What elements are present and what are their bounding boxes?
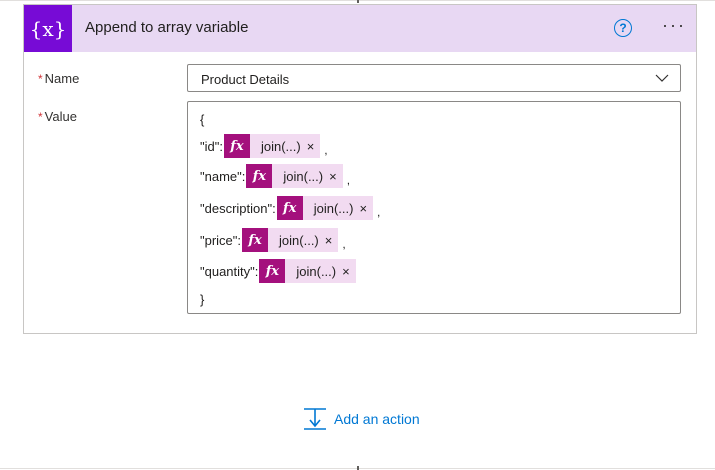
flow-connector-bottom: [357, 466, 359, 470]
json-line-name: "name": fx join(...) × ,: [200, 164, 350, 188]
name-dropdown-value: Product Details: [201, 72, 290, 87]
json-key: "price":: [200, 232, 242, 248]
expression-token[interactable]: fx join(...) ×: [259, 259, 356, 283]
token-label[interactable]: join(...): [268, 233, 325, 248]
function-icon: fx: [246, 164, 273, 188]
variable-icon: {x}: [24, 5, 72, 52]
name-field-label: * Name: [38, 71, 79, 86]
value-field-label: * Value: [38, 109, 77, 124]
flow-connector-top: [357, 0, 359, 3]
json-comma: ,: [377, 205, 381, 219]
token-label[interactable]: join(...): [303, 201, 360, 216]
json-comma: ,: [342, 237, 346, 251]
json-key: "name":: [200, 168, 246, 184]
token-label[interactable]: join(...): [285, 264, 342, 279]
expression-token[interactable]: fx join(...) ×: [242, 228, 339, 252]
function-icon: fx: [242, 228, 269, 252]
json-comma: ,: [324, 143, 328, 157]
required-marker: *: [38, 110, 43, 124]
remove-token-icon[interactable]: ×: [325, 233, 339, 248]
chevron-down-icon: [655, 74, 669, 82]
expression-token[interactable]: fx join(...) ×: [223, 134, 321, 158]
remove-token-icon[interactable]: ×: [307, 139, 321, 154]
add-action-label[interactable]: Add an action: [334, 411, 420, 427]
name-dropdown[interactable]: Product Details: [187, 64, 681, 92]
token-label[interactable]: join(...): [250, 139, 307, 154]
json-line-quantity: "quantity": fx join(...) ×: [200, 259, 360, 283]
remove-token-icon[interactable]: ×: [359, 201, 373, 216]
json-line-description: "description": fx join(...) × ,: [200, 196, 380, 220]
function-icon: fx: [276, 196, 303, 220]
json-line-price: "price": fx join(...) × ,: [200, 228, 346, 252]
remove-token-icon[interactable]: ×: [329, 169, 343, 184]
action-card-header[interactable]: {x} Append to array variable ? ···: [24, 5, 696, 52]
add-action-button[interactable]: Add an action: [302, 406, 420, 432]
function-icon: fx: [259, 259, 286, 283]
open-brace: {: [200, 112, 205, 127]
more-options-icon[interactable]: ···: [660, 15, 688, 39]
expression-token[interactable]: fx join(...) ×: [246, 164, 343, 188]
json-key: "id":: [200, 138, 223, 154]
action-card: {x} Append to array variable ? ··· * Name…: [23, 4, 697, 334]
json-line-id: "id": fx join(...) × ,: [200, 134, 328, 158]
required-marker: *: [38, 72, 43, 86]
function-icon: fx: [223, 134, 250, 158]
value-label-text: Value: [44, 109, 77, 124]
name-label-text: Name: [44, 71, 80, 86]
json-comma: ,: [346, 173, 351, 187]
remove-token-icon[interactable]: ×: [342, 264, 356, 279]
expression-token[interactable]: fx join(...) ×: [276, 196, 374, 220]
json-key: "quantity":: [200, 263, 259, 279]
json-key: "description":: [200, 200, 276, 216]
token-label[interactable]: join(...): [272, 169, 329, 184]
help-icon[interactable]: ?: [614, 19, 632, 37]
value-input[interactable]: { "id": fx join(...) × , "name": fx join…: [187, 101, 681, 314]
close-brace: }: [200, 292, 205, 307]
add-action-icon: [304, 408, 326, 430]
variable-icon-glyph: {x}: [29, 16, 67, 41]
action-title[interactable]: Append to array variable: [85, 19, 248, 36]
